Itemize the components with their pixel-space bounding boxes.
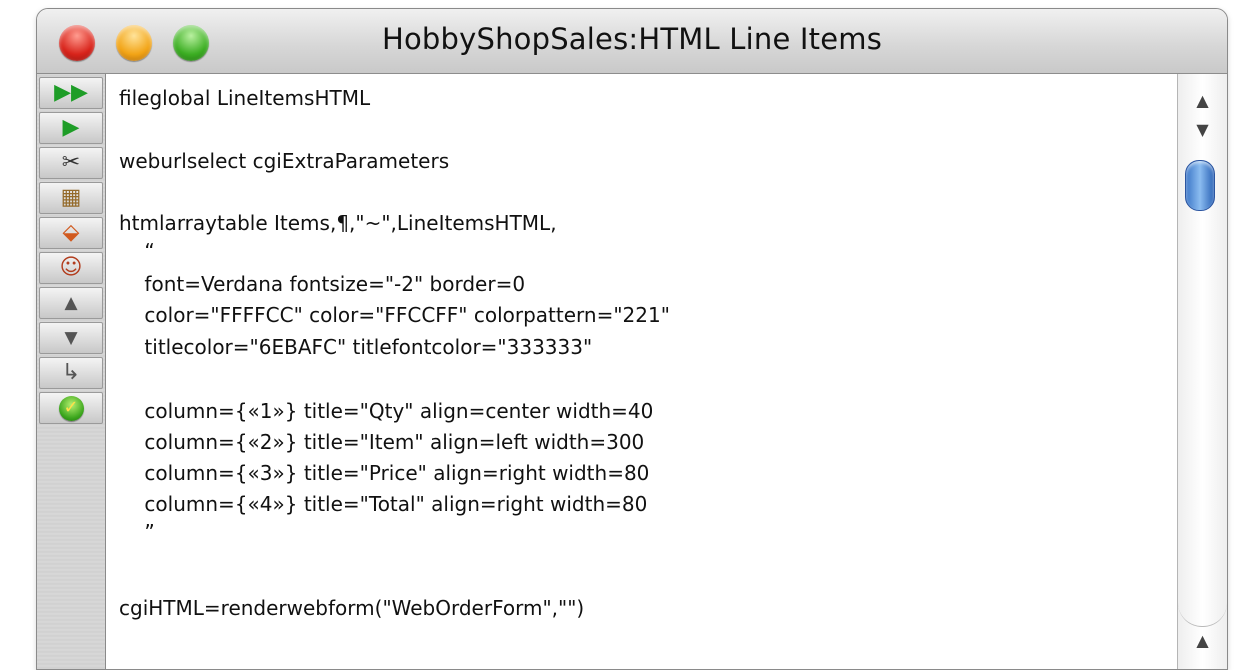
scroll-thumb[interactable] <box>1185 160 1215 211</box>
map-button[interactable]: ▦ <box>39 182 103 214</box>
code-line: ” <box>119 520 155 544</box>
scroll-bottom-up-arrow[interactable]: ▲ <box>1178 626 1227 654</box>
stamp-button[interactable]: ⬙ <box>39 217 103 249</box>
cut-button[interactable]: ✂ <box>39 147 103 179</box>
triangle-down-icon: ▼ <box>64 327 78 348</box>
code-line: column={«3»} title="Price" align=right w… <box>119 461 650 485</box>
triangle-up-icon: ▲ <box>64 292 78 313</box>
code-line: font=Verdana fontsize="-2" border=0 <box>119 272 526 296</box>
down-button[interactable]: ▼ <box>39 322 103 354</box>
run-button[interactable]: ▶ <box>39 112 103 144</box>
check-button[interactable]: ✓ <box>39 392 103 424</box>
people-icon: ☺ <box>59 255 83 280</box>
title-bar[interactable]: HobbyShopSales:HTML Line Items <box>37 9 1227 74</box>
code-line: weburlselect cgiExtraParameters <box>119 149 450 173</box>
code-line: fileglobal LineItemsHTML <box>119 86 371 110</box>
procedure-toolbar: ▶▶ ▶ ✂ ▦ ⬙ ☺ ▲ ▼ ↳ ✓ <box>37 74 106 669</box>
scissors-icon: ✂ <box>61 150 81 175</box>
up-button[interactable]: ▲ <box>39 287 103 319</box>
step-button[interactable]: ↳ <box>39 357 103 389</box>
run-all-button[interactable]: ▶▶ <box>39 77 103 109</box>
checkmark-icon: ✓ <box>58 395 84 421</box>
triangle-up-icon: ▲ <box>1196 630 1209 650</box>
scroll-up-arrow[interactable]: ▲ <box>1178 86 1227 114</box>
people-button[interactable]: ☺ <box>39 252 103 284</box>
code-line: cgiHTML=renderwebform("WebOrderForm","") <box>119 596 585 620</box>
scroll-down-arrow[interactable]: ▼ <box>1178 115 1227 143</box>
code-line: column={«2»} title="Item" align=left wid… <box>119 430 645 454</box>
script-window: HobbyShopSales:HTML Line Items ▶▶ ▶ ✂ ▦ … <box>36 8 1228 670</box>
stamp-icon: ⬙ <box>62 220 80 245</box>
code-line: column={«1»} title="Qty" align=center wi… <box>119 399 654 423</box>
code-line: titlecolor="6EBAFC" titlefontcolor="3333… <box>119 335 593 359</box>
code-line: htmlarraytable Items,¶,"~",LineItemsHTML… <box>119 211 557 235</box>
triangle-up-icon: ▲ <box>1196 90 1209 110</box>
code-line: column={«4»} title="Total" align=right w… <box>119 492 648 516</box>
window-title: HobbyShopSales:HTML Line Items <box>381 22 883 56</box>
play-icon: ▶ <box>62 115 80 140</box>
scroll-track-end <box>1178 572 1227 627</box>
code-line: “ <box>119 239 155 263</box>
code-editor[interactable]: fileglobal LineItemsHTML weburlselect cg… <box>106 74 1177 669</box>
return-arrow-icon: ↳ <box>61 360 81 385</box>
vertical-scrollbar[interactable]: ▲ ▼ ▲ <box>1177 74 1227 669</box>
triangle-down-icon: ▼ <box>1196 119 1209 139</box>
fast-forward-icon: ▶▶ <box>54 80 88 105</box>
map-icon: ▦ <box>60 185 82 210</box>
code-line: color="FFFFCC" color="FFCCFF" colorpatte… <box>119 303 670 327</box>
